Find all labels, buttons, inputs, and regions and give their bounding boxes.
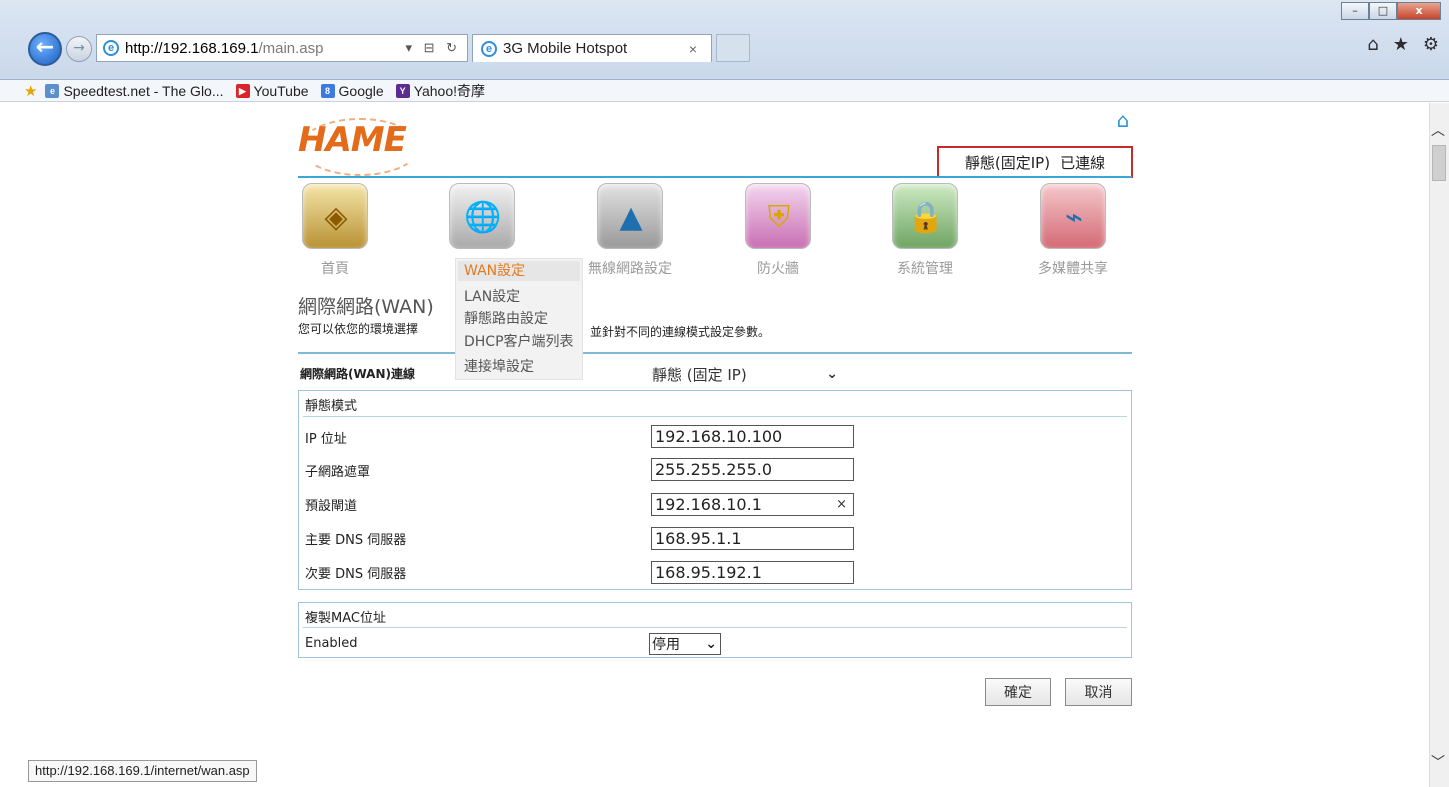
panel-divider	[303, 627, 1127, 628]
scroll-down-icon[interactable]: ﹀	[1431, 752, 1445, 772]
mac-enabled-select[interactable]: 停用 ⌄	[649, 633, 721, 655]
new-tab-button[interactable]	[716, 34, 750, 62]
nav-system-label[interactable]: 系統管理	[865, 258, 985, 278]
page-description-right: 並針對不同的連線模式設定參數。	[590, 325, 771, 339]
nav-media-tile[interactable]: ⌁	[1040, 183, 1106, 249]
address-host: http://192.168.169.1	[125, 39, 259, 57]
connection-status: 靜態(固定IP) 已連線	[937, 146, 1133, 178]
panel-divider	[303, 416, 1127, 417]
tab-close-icon[interactable]: ×	[689, 41, 697, 57]
gateway-label: 預設閘道	[305, 499, 358, 514]
google-icon: 8	[320, 83, 335, 98]
ie-logo-icon: e	[103, 40, 119, 56]
gateway-field[interactable]: 192.168.10.1 ×	[651, 493, 854, 516]
primary-dns-label: 主要 DNS 伺服器	[305, 533, 407, 548]
youtube-icon: ▶	[235, 83, 250, 98]
home-arrow-icon: ◈	[324, 199, 348, 235]
secondary-dns-field[interactable]: 168.95.192.1	[651, 561, 854, 584]
address-path: /main.asp	[258, 39, 324, 57]
usb-wireless-icon: ⌁	[1064, 199, 1084, 235]
content-divider	[298, 352, 1132, 354]
mac-clone-panel: 複製MAC位址 Enabled 停用 ⌄	[298, 602, 1132, 658]
nav-home-label[interactable]: 首頁	[275, 258, 395, 278]
maximize-button[interactable]: □	[1369, 2, 1397, 20]
ip-address-label: IP 位址	[305, 432, 347, 447]
nav-system-tile[interactable]: 🔒	[892, 183, 958, 249]
yahoo-icon: Y	[395, 83, 410, 98]
favorite-youtube[interactable]: ▶ YouTube	[235, 83, 309, 99]
nav-firewall-tile[interactable]: ⛨	[745, 183, 811, 249]
add-favorite-star-icon[interactable]: ★	[24, 82, 37, 100]
wan-connection-select[interactable]: 靜態 (固定 IP) ⌄	[650, 363, 840, 385]
confirm-button[interactable]: 確定	[985, 678, 1051, 706]
tab-title: 3G Mobile Hotspot	[503, 40, 628, 57]
back-button[interactable]: ←	[28, 32, 62, 66]
nav-wireless-tile[interactable]: ▲	[597, 183, 663, 249]
close-window-button[interactable]: x	[1397, 2, 1441, 20]
status-mode: 靜態(固定IP)	[964, 153, 1051, 172]
cancel-button[interactable]: 取消	[1065, 678, 1132, 706]
subnet-mask-field[interactable]: 255.255.255.0	[651, 458, 854, 481]
submenu-wan-settings[interactable]: WAN設定	[458, 261, 580, 281]
header-divider	[298, 176, 1132, 178]
status-connected: 已連線	[1060, 153, 1106, 172]
hame-logo: HAME	[298, 120, 407, 160]
subnet-mask-label: 子網路遮罩	[305, 465, 371, 480]
page-icon: e	[45, 83, 60, 98]
static-mode-title: 靜態模式	[305, 399, 358, 414]
nav-media-label[interactable]: 多媒體共享	[1013, 258, 1133, 278]
globe-check-icon: 🌐	[464, 199, 502, 235]
window-controls: – □ x	[1341, 2, 1441, 20]
browser-tab[interactable]: e 3G Mobile Hotspot ×	[472, 34, 712, 62]
submenu-static-route[interactable]: 靜態路由設定	[464, 308, 548, 328]
scroll-thumb[interactable]	[1432, 145, 1446, 181]
nav-home-tile[interactable]: ◈	[302, 183, 368, 249]
page-description-left: 您可以依您的環境選擇	[298, 322, 419, 336]
mac-clone-title: 複製MAC位址	[305, 611, 386, 626]
secondary-dns-label: 次要 DNS 伺服器	[305, 567, 407, 582]
router-home-icon[interactable]: ⌂	[1111, 110, 1135, 130]
vertical-scrollbar[interactable]	[1429, 103, 1449, 787]
submenu-lan-settings[interactable]: LAN設定	[464, 286, 520, 306]
favorite-yahoo[interactable]: Y Yahoo!奇摩	[395, 81, 485, 101]
chevron-down-icon: ⌄	[826, 366, 838, 382]
chevron-down-icon: ⌄	[705, 636, 717, 652]
favorites-star-icon[interactable]: ★	[1393, 34, 1409, 55]
address-tools[interactable]: ▾ ⊟ ↻	[405, 40, 461, 56]
minimize-button[interactable]: –	[1341, 2, 1369, 20]
forward-arrow-icon: →	[73, 40, 85, 56]
status-bar-url: http://192.168.169.1/internet/wan.asp	[28, 760, 257, 782]
wireless-tower-icon: ▲	[619, 199, 643, 235]
nav-firewall-label[interactable]: 防火牆	[718, 258, 838, 278]
favorites-bar: ★ e Speedtest.net - The Glo... ▶ YouTube 8…	[0, 80, 1449, 102]
address-bar[interactable]: e http://192.168.169.1/main.asp ▾ ⊟ ↻	[96, 34, 468, 62]
page-title: 網際網路(WAN)	[298, 296, 434, 318]
wan-connection-label: 網際網路(WAN)連線	[300, 367, 415, 381]
clear-icon[interactable]: ×	[836, 494, 847, 515]
nav-wireless-label[interactable]: 無線網路設定	[570, 258, 690, 278]
padlock-icon: 🔒	[907, 199, 945, 235]
home-icon[interactable]: ⌂	[1367, 34, 1378, 55]
wan-submenu: WAN設定 LAN設定 靜態路由設定 DHCP客户端列表 連接埠設定	[455, 258, 583, 380]
submenu-dhcp-clients[interactable]: DHCP客户端列表	[464, 331, 574, 351]
mac-enabled-value: 停用	[652, 637, 680, 653]
mac-enabled-label: Enabled	[305, 636, 358, 651]
primary-dns-field[interactable]: 168.95.1.1	[651, 527, 854, 550]
scroll-up-icon[interactable]: ︿	[1431, 120, 1445, 140]
static-mode-panel: 靜態模式 IP 位址 192.168.10.100 子網路遮罩 255.255.…	[298, 390, 1132, 590]
submenu-port-settings[interactable]: 連接埠設定	[464, 356, 534, 376]
favorite-google[interactable]: 8 Google	[320, 83, 384, 99]
wan-connection-value: 靜態 (固定 IP)	[652, 365, 747, 384]
forward-button[interactable]: →	[66, 36, 92, 62]
shield-icon: ⛨	[767, 199, 791, 235]
settings-gear-icon[interactable]: ⚙	[1423, 34, 1439, 55]
gateway-value: 192.168.10.1	[655, 495, 762, 514]
browser-toolbar: ⌂ ★ ⚙	[1367, 34, 1439, 55]
back-arrow-icon: ←	[35, 35, 55, 60]
tab-ie-icon: e	[481, 40, 497, 57]
ip-address-field[interactable]: 192.168.10.100	[651, 425, 854, 448]
nav-wan-tile[interactable]: 🌐	[449, 183, 515, 249]
favorite-speedtest[interactable]: e Speedtest.net - The Glo...	[45, 83, 224, 99]
